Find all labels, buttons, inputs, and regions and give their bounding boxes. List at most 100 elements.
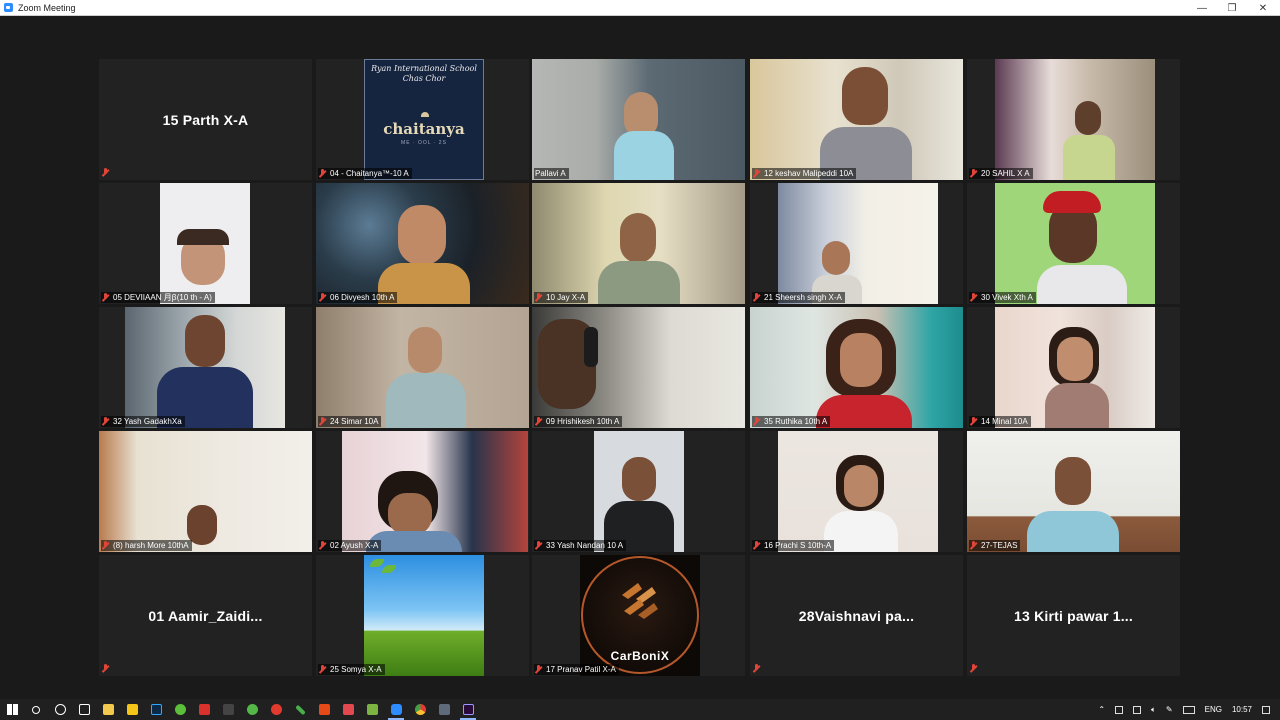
clock[interactable]: 10:57 <box>1232 705 1252 714</box>
photoshop-icon[interactable] <box>144 699 168 720</box>
file-explorer-icon[interactable] <box>96 699 120 720</box>
participant-tile[interactable]: 27-TEJAS <box>967 431 1180 552</box>
keyboard-icon[interactable] <box>1182 705 1195 714</box>
greenshot-icon[interactable] <box>240 699 264 720</box>
participant-tile[interactable]: 28Vaishnavi pa... <box>750 555 963 676</box>
participant-face <box>408 327 442 373</box>
premiere-icon[interactable] <box>456 699 480 720</box>
participant-tile[interactable]: 35 Ruthika 10th A <box>750 307 963 428</box>
participant-caption: 35 Ruthika 10th A <box>752 416 831 427</box>
participant-name: Pallavi A <box>535 169 566 178</box>
participant-caption: 24 Simar 10A <box>318 416 382 427</box>
participant-caption: (8) harsh More 10thA <box>101 540 192 551</box>
participant-name: 10 Jay X-A <box>546 293 586 302</box>
participant-name: 20 SAHIL X A <box>981 169 1030 178</box>
participant-tile[interactable]: Ryan International School Chas Chor chai… <box>316 59 529 180</box>
android-studio-icon[interactable] <box>360 699 384 720</box>
participant-name: 30 Vivek Xth A <box>981 293 1033 302</box>
participant-tile-active-speaker[interactable]: Pallavi A <box>532 59 745 180</box>
participant-name: 06 Divyesh 10th A <box>330 293 395 302</box>
chrome-icon[interactable] <box>408 699 432 720</box>
participant-face <box>840 333 882 387</box>
leaf-icon <box>370 559 384 567</box>
muted-mic-icon <box>102 541 109 550</box>
task-view-icon[interactable] <box>72 699 96 720</box>
minimize-button[interactable]: — <box>1187 0 1217 16</box>
participant-tile[interactable]: 33 Yash Nandan 10 A <box>532 431 745 552</box>
participant-caption: 30 Vivek Xth A <box>969 292 1036 303</box>
volume-icon[interactable]: 🔈︎ <box>1151 705 1156 715</box>
notification-icon[interactable] <box>1262 705 1270 714</box>
lotus-icon <box>421 112 429 117</box>
participant-tile[interactable]: 25 Somya X-A <box>316 555 529 676</box>
participant-tile[interactable]: 14 Minal 10A <box>967 307 1180 428</box>
participant-face <box>187 505 217 545</box>
participant-caption: 02 Ayush X-A <box>318 540 382 551</box>
participant-clothing <box>386 373 466 428</box>
muted-mic-icon <box>319 665 326 674</box>
participant-tile[interactable]: 20 SAHIL X A <box>967 59 1180 180</box>
participant-caption: 05 DEVIIAAN 月ꞵ(10 th - A) <box>101 292 215 303</box>
battery-icon[interactable] <box>1133 705 1142 714</box>
logo-label: CarBoniX <box>610 649 670 663</box>
participant-caption: 12 keshav Malipeddi 10A <box>752 168 857 179</box>
participant-tile[interactable]: 10 Jay X-A <box>532 183 745 304</box>
language-indicator[interactable]: ENG <box>1205 705 1222 714</box>
participant-face <box>388 493 432 535</box>
participant-tile[interactable]: 32 Yash GadakhXa <box>99 307 312 428</box>
participant-tile[interactable]: 09 Hrishikesh 10th A <box>532 307 745 428</box>
cortana-icon[interactable] <box>48 699 72 720</box>
participant-caption: 16 Prachi S 10th-A <box>752 540 835 551</box>
muted-mic-icon <box>535 541 542 550</box>
participant-tile[interactable]: 01 Aamir_Zaidi... <box>99 555 312 676</box>
adobe-icon[interactable] <box>336 699 360 720</box>
muted-mic-icon <box>102 168 109 177</box>
participant-tile[interactable]: 21 Sheersh singh X-A <box>750 183 963 304</box>
muted-mic-icon <box>753 417 760 426</box>
pencil-icon[interactable] <box>288 699 312 720</box>
participant-caption: Pallavi A <box>534 168 569 179</box>
muted-mic-icon <box>102 417 109 426</box>
participant-tile[interactable]: 05 DEVIIAAN 月ꞵ(10 th - A) <box>99 183 312 304</box>
participant-tile[interactable]: 02 Ayush X-A <box>316 431 529 552</box>
photos-icon[interactable] <box>120 699 144 720</box>
close-button[interactable]: ✕ <box>1248 0 1278 16</box>
zoom-taskbar-icon[interactable] <box>384 699 408 720</box>
participant-face <box>622 457 656 501</box>
record-icon[interactable] <box>264 699 288 720</box>
participant-clothing <box>1027 511 1119 552</box>
zoom-icon <box>4 3 13 12</box>
participant-tile[interactable]: 30 Vivek Xth A <box>967 183 1180 304</box>
participant-tile[interactable]: 24 Simar 10A <box>316 307 529 428</box>
search-icon[interactable] <box>24 699 48 720</box>
windows-start-icon[interactable] <box>0 699 24 720</box>
participant-clothing <box>816 395 912 428</box>
participant-face <box>1055 457 1091 505</box>
participant-tile[interactable]: 12 keshav Malipeddi 10A <box>750 59 963 180</box>
cleaner-icon[interactable] <box>168 699 192 720</box>
office-icon[interactable] <box>312 699 336 720</box>
participant-tile[interactable]: 15 Parth X-A <box>99 59 312 180</box>
participant-tile[interactable]: 16 Prachi S 10th-A <box>750 431 963 552</box>
participant-name-display: 28Vaishnavi pa... <box>798 607 915 624</box>
participant-tile[interactable]: 13 Kirti pawar 1... <box>967 555 1180 676</box>
muted-mic-icon <box>970 169 977 178</box>
adobe-reader-icon[interactable] <box>192 699 216 720</box>
network-icon[interactable] <box>1115 705 1124 714</box>
pen-icon[interactable]: ✎ <box>1166 705 1173 714</box>
restore-button[interactable]: ❐ <box>1217 0 1247 16</box>
gallery-view: 15 Parth X-A Ryan International School C… <box>0 16 1280 699</box>
chevron-up-icon[interactable]: ⌃ <box>1098 705 1105 714</box>
participant-tile[interactable]: CarBoniX 17 Pranav Patil X-A <box>532 555 745 676</box>
media-icon[interactable] <box>216 699 240 720</box>
participant-clothing <box>1045 383 1109 428</box>
participant-face <box>185 315 225 367</box>
calculator-icon[interactable] <box>432 699 456 720</box>
participant-tile[interactable]: (8) harsh More 10thA <box>99 431 312 552</box>
participant-tile[interactable]: 06 Divyesh 10th A <box>316 183 529 304</box>
participant-caption: 32 Yash GadakhXa <box>101 416 185 427</box>
muted-mic-icon <box>102 664 109 673</box>
participant-clothing <box>1037 265 1127 304</box>
participant-name: 24 Simar 10A <box>330 417 379 426</box>
participant-caption: 09 Hrishikesh 10th A <box>534 416 623 427</box>
